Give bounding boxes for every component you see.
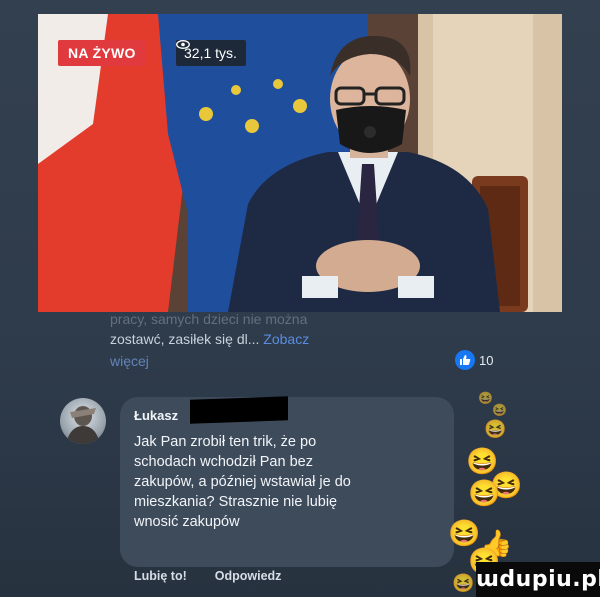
faded-text-line: pracy, samych dzieci nie można <box>110 312 308 327</box>
post-description: pracy, samych dzieci nie można zostawć, … <box>110 312 450 372</box>
post-text-fragment: zostawć, zasiłek się dl... <box>110 331 260 347</box>
laughing-emoji-icon: 😆 <box>484 419 507 439</box>
watermark-logo: ɯdupiu.pl <box>476 562 600 597</box>
comment-line: Jak Pan zrobił ten trik, że po <box>134 434 317 450</box>
live-badge: NA ŻYWO <box>58 40 146 66</box>
live-stream-screen: NA ŻYWO 32,1 tys. pracy, samych dzieci n… <box>0 0 600 597</box>
eye-icon <box>176 40 190 49</box>
post-text-line: zostawć, zasiłek się dl... Zobacz <box>110 328 450 350</box>
live-video-player[interactable]: NA ŻYWO 32,1 tys. <box>38 14 562 312</box>
like-icon <box>455 350 475 370</box>
like-comment-button[interactable]: Lubię to! <box>134 569 187 583</box>
viewer-count: 32,1 tys. <box>176 40 246 66</box>
laughing-emoji-icon: 😆 <box>468 478 501 508</box>
laughing-emoji-icon: 😆 <box>452 573 475 593</box>
reaction-count[interactable]: 10 <box>455 350 493 370</box>
viewer-count-value: 32,1 tys. <box>184 45 237 61</box>
comment-line: mieszkania? Strasznie nie lubię <box>134 494 338 510</box>
comment-text: Jak Pan zrobił ten trik, że po schodach … <box>134 432 444 532</box>
see-more-link[interactable]: Zobacz <box>263 331 309 347</box>
comment-author[interactable]: Łukasz <box>134 408 178 423</box>
see-more-link-continued[interactable]: więcej <box>110 350 450 372</box>
comment-line: schodach wchodził Pan bez <box>134 454 313 470</box>
reaction-count-value: 10 <box>479 352 494 368</box>
laughing-emoji-icon: 😆 <box>478 391 493 405</box>
laughing-emoji-icon: 😆 <box>492 403 507 417</box>
comment-actions: Lubię to! Odpowiedz <box>134 569 281 583</box>
avatar[interactable] <box>60 398 106 444</box>
comment-line: zakupów, a później wstawiał je do <box>134 474 351 490</box>
redaction-bar <box>190 396 288 424</box>
comment-line: wnosić zakupów <box>134 514 240 530</box>
laughing-emoji-icon: 😆 <box>448 518 481 548</box>
reply-button[interactable]: Odpowiedz <box>215 569 282 583</box>
